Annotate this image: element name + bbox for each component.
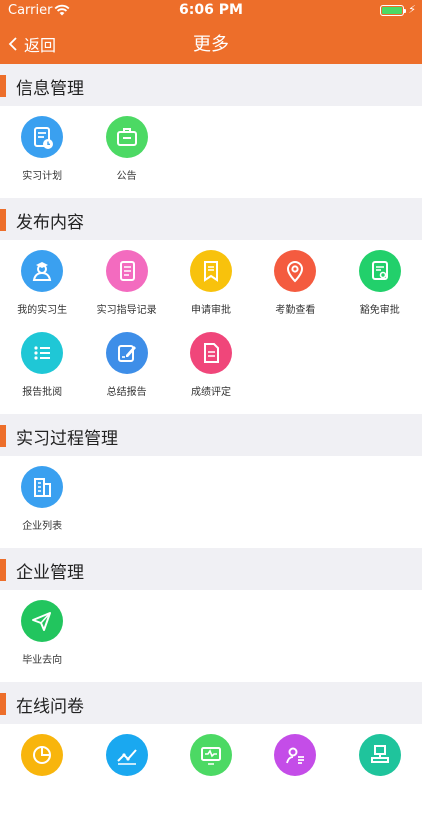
- status-bar: Carrier 6:06 PM ⚡: [0, 0, 422, 22]
- list-icon: [21, 332, 64, 374]
- menu-item[interactable]: 成绩评定: [169, 332, 253, 414]
- location-pin-icon: [274, 250, 317, 292]
- bookmark-icon: [189, 250, 232, 292]
- section-grid: 我的实习生 实习指导记录 申请审批 考勤查看 豁免审批报告批阅 总结报告 成绩评定: [0, 240, 422, 414]
- certificate-icon: [358, 250, 401, 292]
- menu-item-label: 公告: [116, 171, 137, 182]
- menu-item[interactable]: 公告: [84, 116, 168, 198]
- section-grid: 毕业去向: [0, 590, 422, 682]
- edit-icon: [105, 332, 148, 374]
- section-accent-bar: [0, 559, 6, 581]
- doc-clock-icon: [21, 116, 64, 158]
- stamp-icon: [358, 734, 401, 776]
- briefcase-icon: [105, 116, 148, 158]
- pie-chart-icon: [21, 734, 64, 776]
- menu-item-label: 实习指导记录: [96, 305, 157, 316]
- battery-icon: [380, 5, 406, 16]
- building-icon: [21, 466, 64, 508]
- section-accent-bar: [0, 209, 6, 231]
- menu-item-label: 企业列表: [22, 521, 63, 532]
- menu-item-label: 成绩评定: [190, 387, 231, 398]
- page-title: 更多: [193, 34, 229, 55]
- menu-item[interactable]: 实习指导记录: [84, 250, 168, 332]
- section-accent-bar: [0, 425, 6, 447]
- section-header: 企业管理: [0, 548, 422, 590]
- section-title: 在线问卷: [16, 697, 84, 717]
- menu-item[interactable]: 申请审批: [169, 250, 253, 332]
- menu-item-label: 豁免审批: [359, 305, 400, 316]
- section-accent-bar: [0, 693, 6, 715]
- menu-item[interactable]: 总结报告: [84, 332, 168, 414]
- menu-item[interactable]: 报告批阅: [0, 332, 84, 414]
- trend-line-icon: [105, 734, 148, 776]
- section-grid: 实习计划 公告: [0, 106, 422, 198]
- menu-item[interactable]: 考勤查看: [253, 250, 337, 332]
- menu-item-label: 我的实习生: [17, 305, 68, 316]
- app-header: Carrier 6:06 PM ⚡ 返回 更多: [0, 0, 422, 64]
- section-title: 信息管理: [16, 79, 84, 99]
- nav-bar: 返回 更多: [0, 22, 422, 64]
- menu-item[interactable]: 豁免审批: [338, 250, 422, 332]
- menu-item[interactable]: [253, 734, 337, 816]
- monitor-pulse-icon: [189, 734, 232, 776]
- menu-item-label: 毕业去向: [22, 655, 63, 666]
- menu-item[interactable]: 企业列表: [0, 466, 84, 548]
- chevron-left-icon: [8, 37, 17, 51]
- menu-item[interactable]: 实习计划: [0, 116, 84, 198]
- menu-item-label: 总结报告: [106, 387, 147, 398]
- section-header: 实习过程管理: [0, 414, 422, 456]
- section-title: 企业管理: [16, 563, 84, 583]
- section-header: 在线问卷: [0, 682, 422, 724]
- section-accent-bar: [0, 75, 6, 97]
- section-grid: 企业列表: [0, 456, 422, 548]
- section-title: 实习过程管理: [16, 429, 118, 449]
- section-title: 发布内容: [16, 213, 84, 233]
- menu-item[interactable]: 我的实习生: [0, 250, 84, 332]
- menu-item-label: 实习计划: [22, 171, 63, 182]
- status-time: 6:06 PM: [179, 2, 243, 18]
- menu-item[interactable]: [0, 734, 84, 816]
- menu-item[interactable]: [84, 734, 168, 816]
- section-header: 发布内容: [0, 198, 422, 240]
- menu-item-label: 申请审批: [190, 305, 231, 316]
- menu-item-label: 考勤查看: [275, 305, 316, 316]
- menu-content: 信息管理实习计划 公告发布内容我的实习生 实习指导记录 申请审批 考勤查看 豁免审批报告批…: [0, 64, 422, 816]
- notes-icon: [105, 250, 148, 292]
- section-grid: [0, 724, 422, 816]
- menu-item[interactable]: [338, 734, 422, 816]
- charging-icon: ⚡: [408, 3, 416, 16]
- user-list-icon: [274, 734, 317, 776]
- menu-item[interactable]: 毕业去向: [0, 600, 84, 682]
- student-icon: [21, 250, 64, 292]
- section-header: 信息管理: [0, 64, 422, 106]
- back-label: 返回: [24, 36, 57, 55]
- menu-item-label: 报告批阅: [22, 387, 63, 398]
- document-icon: [189, 332, 232, 374]
- paper-plane-icon: [21, 600, 64, 642]
- menu-item[interactable]: [169, 734, 253, 816]
- back-button[interactable]: 返回: [8, 32, 56, 56]
